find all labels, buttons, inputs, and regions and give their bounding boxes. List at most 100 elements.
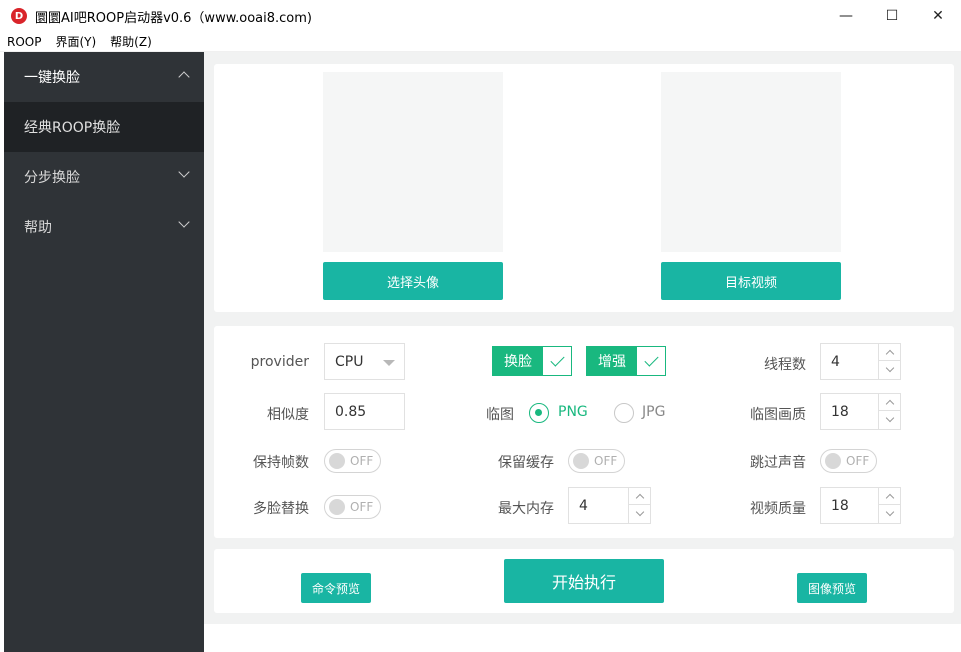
sidebar-group-label: 分步换脸: [24, 170, 80, 186]
enhance-label: 增强: [587, 347, 637, 375]
title-bar: D 圜圜AI吧ROOP启动器v0.6（www.ooai8.com) — ☐ ✕: [0, 0, 961, 32]
chevron-down-icon: [635, 507, 644, 517]
settings-card: provider CPU 相似度 0.85 保持帧数 OFF 多脸替换 OFF …: [214, 326, 954, 538]
increment-button[interactable]: [879, 344, 900, 361]
chevron-down-icon: [178, 216, 190, 228]
status-area: [204, 624, 961, 652]
toggle-knob: [825, 453, 841, 469]
enhance-checkbox[interactable]: 增强: [586, 346, 666, 376]
similarity-value: 0.85: [335, 403, 367, 420]
chevron-up-icon: [885, 399, 894, 408]
sidebar-group-label: 帮助: [24, 220, 52, 236]
threads-input[interactable]: 4: [820, 343, 901, 380]
keep-fps-label: 保持帧数: [253, 455, 309, 471]
check-icon-box: [637, 347, 665, 375]
target-video-preview: [661, 72, 841, 252]
jpg-label[interactable]: JPG: [642, 404, 665, 420]
check-icon-box: [543, 347, 571, 375]
avatar-preview: [323, 72, 503, 252]
video-quality-input[interactable]: 18: [820, 487, 901, 524]
menu-bar: ROOP 界面(Y) 帮助(Z): [0, 32, 961, 52]
action-card: 命令预览 开始执行 图像预览: [214, 549, 954, 613]
provider-value: CPU: [335, 353, 364, 370]
image-preview-button[interactable]: 图像预览: [797, 573, 867, 603]
toggle-state: OFF: [350, 500, 374, 514]
close-button[interactable]: ✕: [915, 0, 961, 32]
menu-help[interactable]: 帮助(Z): [103, 33, 159, 50]
stepper: [878, 394, 900, 429]
increment-button[interactable]: [879, 394, 900, 411]
sidebar-group-help[interactable]: 帮助: [4, 202, 204, 252]
chevron-down-icon: [885, 363, 894, 373]
sidebar-group-one-click-swap[interactable]: 一键换脸: [4, 52, 204, 102]
app-logo-icon: D: [11, 8, 27, 24]
increment-button[interactable]: [629, 488, 650, 505]
keep-fps-toggle[interactable]: OFF: [324, 449, 381, 473]
toggle-state: OFF: [350, 454, 374, 468]
toggle-state: OFF: [846, 454, 870, 468]
max-memory-input[interactable]: 4: [568, 487, 651, 524]
video-quality-label: 视频质量: [750, 501, 806, 517]
decrement-button[interactable]: [879, 411, 900, 428]
video-quality-value: 18: [831, 497, 849, 514]
minimize-button[interactable]: —: [823, 0, 869, 32]
toggle-knob: [573, 453, 589, 469]
temp-quality-label: 临图画质: [750, 407, 806, 423]
temp-quality-input[interactable]: 18: [820, 393, 901, 430]
keep-cache-toggle[interactable]: OFF: [568, 449, 625, 473]
chevron-up-icon: [885, 493, 894, 502]
toggle-knob: [329, 453, 345, 469]
chevron-up-icon: [885, 349, 894, 358]
jpg-radio[interactable]: [614, 403, 634, 423]
threads-value: 4: [831, 353, 840, 370]
stepper: [878, 488, 900, 523]
provider-select[interactable]: CPU: [324, 343, 405, 380]
chevron-down-icon: [885, 507, 894, 517]
threads-label: 线程数: [764, 357, 806, 373]
decrement-button[interactable]: [879, 505, 900, 522]
swap-face-checkbox[interactable]: 换脸: [492, 346, 572, 376]
command-preview-button[interactable]: 命令预览: [301, 573, 371, 603]
max-memory-label: 最大内存: [498, 501, 554, 517]
provider-label: provider: [250, 354, 309, 370]
stepper: [878, 344, 900, 379]
temp-quality-value: 18: [831, 403, 849, 420]
window-controls: — ☐ ✕: [823, 0, 961, 32]
png-radio[interactable]: [529, 403, 549, 423]
max-memory-value: 4: [579, 497, 588, 514]
similarity-label: 相似度: [267, 407, 309, 423]
stepper: [628, 488, 650, 523]
main-panel: 选择头像 目标视频 provider CPU 相似度 0.85 保持帧数 OFF…: [204, 52, 961, 652]
chevron-up-icon: [635, 493, 644, 502]
decrement-button[interactable]: [879, 361, 900, 378]
skip-audio-toggle[interactable]: OFF: [820, 449, 877, 473]
temp-frame-label: 临图: [486, 407, 514, 423]
keep-cache-label: 保留缓存: [498, 455, 554, 471]
sidebar-group-step-swap[interactable]: 分步换脸: [4, 152, 204, 202]
menu-interface[interactable]: 界面(Y): [48, 33, 103, 50]
sidebar-item-classic-roop[interactable]: 经典ROOP换脸: [4, 102, 204, 152]
chevron-down-icon: [178, 166, 190, 178]
menu-roop[interactable]: ROOP: [0, 35, 48, 49]
sidebar-item-label: 经典ROOP换脸: [24, 120, 121, 136]
maximize-button[interactable]: ☐: [869, 0, 915, 32]
window-title: 圜圜AI吧ROOP启动器v0.6（www.ooai8.com): [35, 10, 312, 26]
similarity-input[interactable]: 0.85: [324, 393, 405, 430]
select-avatar-button[interactable]: 选择头像: [323, 262, 503, 300]
toggle-knob: [329, 499, 345, 515]
chevron-up-icon: [178, 71, 190, 83]
multi-face-label: 多脸替换: [253, 501, 309, 517]
increment-button[interactable]: [879, 488, 900, 505]
media-card: 选择头像 目标视频: [214, 64, 954, 312]
check-icon: [643, 351, 659, 367]
check-icon: [549, 351, 565, 367]
target-video-button[interactable]: 目标视频: [661, 262, 841, 300]
skip-audio-label: 跳过声音: [750, 455, 806, 471]
multi-face-toggle[interactable]: OFF: [324, 495, 381, 519]
toggle-state: OFF: [594, 454, 618, 468]
swap-face-label: 换脸: [493, 347, 543, 375]
sidebar-group-label: 一键换脸: [24, 70, 80, 86]
png-label[interactable]: PNG: [558, 404, 588, 420]
start-button[interactable]: 开始执行: [504, 559, 664, 603]
decrement-button[interactable]: [629, 505, 650, 522]
